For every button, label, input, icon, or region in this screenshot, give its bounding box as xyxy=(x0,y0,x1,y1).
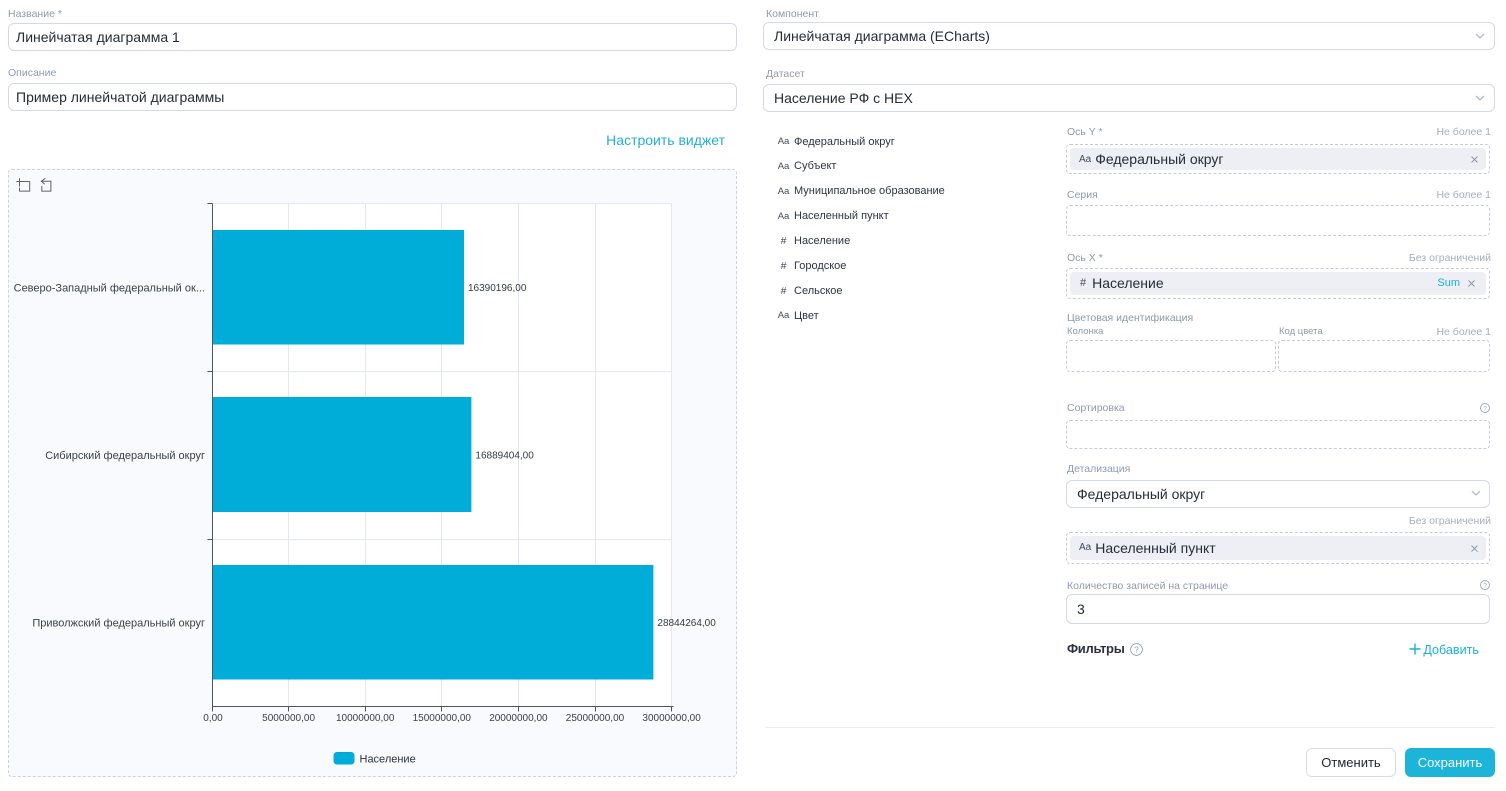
svg-text:25000000,00: 25000000,00 xyxy=(566,713,625,724)
svg-text:10000000,00: 10000000,00 xyxy=(336,713,395,724)
svg-text:?: ? xyxy=(1134,644,1139,654)
svg-text:0,00: 0,00 xyxy=(203,713,223,724)
svg-text:16889404,00: 16889404,00 xyxy=(475,450,534,461)
svg-text:Северо-Западный федеральный ок: Северо-Западный федеральный ок... xyxy=(14,282,205,294)
svg-text:?: ? xyxy=(1483,405,1487,412)
svg-text:15000000,00: 15000000,00 xyxy=(413,713,472,724)
svg-text:30000000,00: 30000000,00 xyxy=(642,713,701,724)
svg-text:5000000,00: 5000000,00 xyxy=(262,713,315,724)
svg-text:28844264,00: 28844264,00 xyxy=(657,618,716,629)
svg-text:20000000,00: 20000000,00 xyxy=(489,713,548,724)
svg-text:Приволжский федеральный округ: Приволжский федеральный округ xyxy=(32,618,205,630)
svg-text:?: ? xyxy=(1483,582,1487,589)
svg-text:Сибирский федеральный округ: Сибирский федеральный округ xyxy=(45,450,205,462)
svg-text:16390196,00: 16390196,00 xyxy=(468,283,527,294)
svg-text:Население: Население xyxy=(360,753,416,765)
